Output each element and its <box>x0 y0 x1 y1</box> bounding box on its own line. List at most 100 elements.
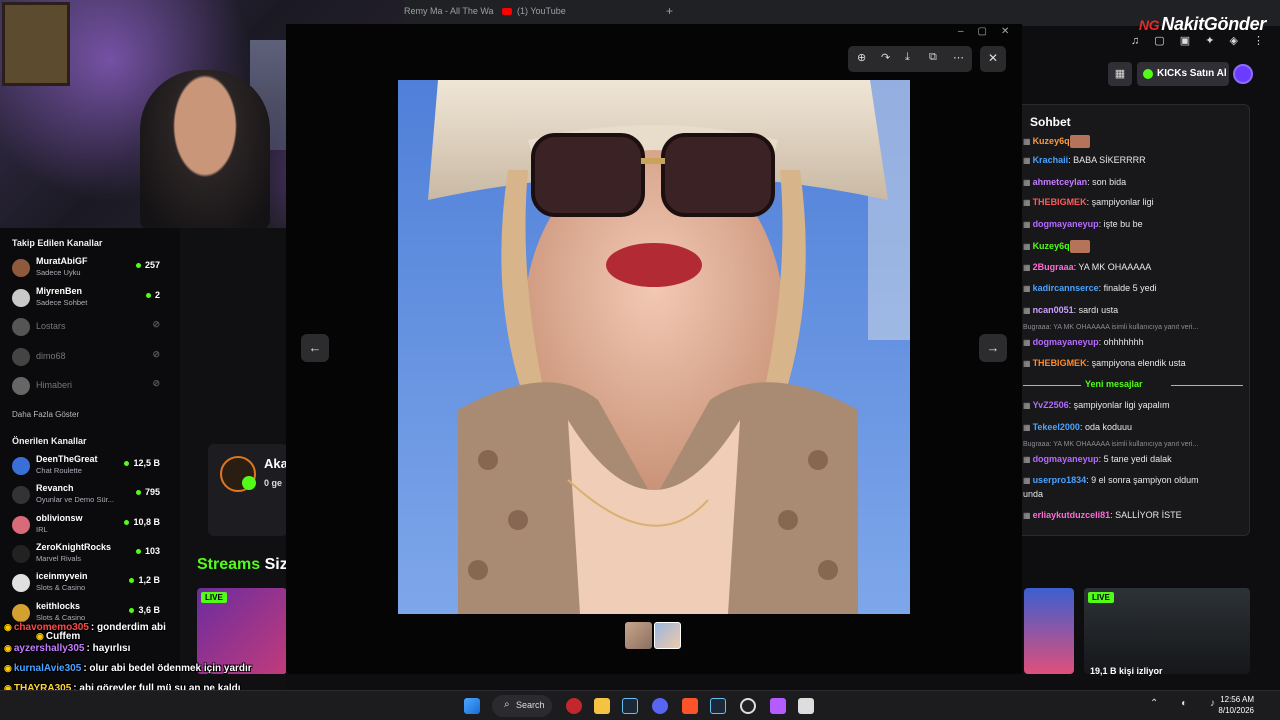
channel-name: Revanch <box>36 483 74 494</box>
chat-text: : son bida <box>1087 177 1127 187</box>
chat-username[interactable]: dogmayaneyup <box>1033 337 1099 347</box>
offline-icon: ⊘ <box>152 348 160 359</box>
offline-icon: ⊘ <box>152 319 160 329</box>
new-tab-button[interactable]: + <box>666 4 673 18</box>
channel-viewer-count: 257 <box>136 260 160 270</box>
chat-username[interactable]: Kuzey6q <box>1033 136 1070 146</box>
system-tray[interactable]: ⌃ ◐ ♪ <box>1150 698 1225 709</box>
channel-viewer-count: 3,6 B <box>129 605 160 615</box>
system-clock[interactable]: 12:56 AM 8/10/2026 <box>1218 694 1254 716</box>
file-explorer-icon[interactable] <box>594 698 610 714</box>
sidebar-channel[interactable]: Revanch Oyunlar ve Demo Sür... 795 <box>12 483 172 509</box>
browser-toolbar-icons[interactable]: ♫ ▢ ▣ ✦ ◈ ⋮ <box>1131 34 1270 47</box>
open-external-icon[interactable]: ⧉ <box>929 51 937 64</box>
thumbnail-2[interactable] <box>654 622 681 649</box>
sidebar-channel[interactable]: Lostars ⊘ <box>12 315 172 341</box>
stream-thumbnail[interactable]: LIVE <box>1084 588 1250 674</box>
sidebar-channel[interactable]: MuratAbiGF Sadece Uyku 257 <box>12 256 172 282</box>
sidebar-channel[interactable]: MiyrenBen Sadece Sohbet 2 <box>12 286 172 312</box>
grid-icon[interactable]: ▦ <box>1108 62 1132 86</box>
chat-username[interactable]: Kuzey6q <box>1033 241 1070 251</box>
sidebar-channel[interactable]: DeenTheGreat Chat Roulette 12,5 B <box>12 454 172 480</box>
overlay-chat-message: ◉ kurnalAvie305: olur abi bedel ödenmek i… <box>4 663 252 674</box>
chat-username[interactable]: dogmayaneyup <box>1033 219 1099 229</box>
overlay-username: kurnalAvie305 <box>13 663 82 674</box>
next-image-button[interactable]: → <box>979 334 1007 362</box>
share-icon[interactable]: ↷ <box>881 51 890 64</box>
app-icon-1[interactable] <box>566 698 582 714</box>
chat-username[interactable]: dogmayaneyup <box>1033 454 1099 464</box>
app-icon-2[interactable] <box>770 698 786 714</box>
sidebar-channel[interactable]: dimo68 ⊘ <box>12 345 172 371</box>
chat-message: ▦ userpro1834: 9 el sonra şampiyon oldum <box>1023 475 1199 485</box>
channel-avatar <box>12 377 30 395</box>
steam-icon[interactable] <box>622 698 638 714</box>
tab-remy-ma[interactable]: Remy Ma - All The Wa <box>404 6 494 16</box>
chat-message: ▦ Kuzey6q <box>1023 135 1090 148</box>
channel-viewer-count: 12,5 B <box>124 458 160 468</box>
zoom-in-icon[interactable]: ⊕ <box>857 51 866 64</box>
channel-avatar <box>12 515 30 534</box>
window-controls[interactable]: –▢✕ <box>958 26 1023 37</box>
obs-icon[interactable] <box>740 698 756 714</box>
show-more-link[interactable]: Daha Fazla Göster <box>12 410 79 419</box>
channel-name: iceinmyvein <box>36 571 88 582</box>
webcam-streamer <box>140 70 270 228</box>
channel-viewer-count: 1,2 B <box>129 575 160 585</box>
subscriber-badge-icon: ▦ <box>1023 284 1031 293</box>
channel-name: Lostars <box>36 321 66 331</box>
windows-start-icon[interactable] <box>464 698 480 714</box>
chat-message: ▦ dogmayaneyup: ohhhhhhh <box>1023 337 1144 347</box>
app-icon-3[interactable] <box>798 698 814 714</box>
thumbnail-1[interactable] <box>625 622 652 649</box>
overlay-text: : gonderdim abi <box>90 622 166 633</box>
viewer-photo <box>398 80 910 614</box>
channel-category: Slots & Casino <box>36 612 86 622</box>
chat-text: Bugraaa: YA MK OHAAAAA isimli kullanıcıy… <box>1023 441 1199 448</box>
chat-username[interactable]: erliaykutduzceli81 <box>1033 510 1111 520</box>
steam-icon[interactable] <box>710 698 726 714</box>
live-badge: LIVE <box>1088 592 1114 603</box>
taskbar-search[interactable]: ⌕ Search <box>492 695 552 717</box>
close-viewer-button[interactable]: ✕ <box>980 46 1006 72</box>
sidebar-channel[interactable]: oblivionsw IRL 10,8 B <box>12 513 172 539</box>
chat-text: unda <box>1023 489 1044 499</box>
brave-icon[interactable] <box>682 698 698 714</box>
channel-viewer-count: 2 <box>146 290 160 300</box>
chat-text: : şampiyonlar ligi <box>1086 197 1154 207</box>
badge-icon: ◉ <box>4 663 12 673</box>
stream-thumbnail[interactable]: LIVE <box>197 588 287 674</box>
subscriber-badge-icon: ▦ <box>1023 423 1031 432</box>
download-icon[interactable]: ⤓ <box>905 51 910 64</box>
sidebar-channel[interactable]: Himaberi ⊘ <box>12 374 172 400</box>
chat-message: ▦ erliaykutduzceli81: SALLİYOR İSTE <box>1023 510 1182 520</box>
chat-username[interactable]: ahmetceylan <box>1033 177 1088 187</box>
discord-icon[interactable] <box>652 698 668 714</box>
chat-username[interactable]: THEBIGMEK <box>1033 358 1087 368</box>
chat-username[interactable]: Krachaii <box>1033 155 1069 165</box>
tab-youtube[interactable]: (1) YouTube <box>502 6 566 16</box>
sidebar-channel[interactable]: ZeroKnightRocks Marvel Rivals 103 <box>12 542 172 568</box>
chat-text: : SALLİYOR İSTE <box>1110 510 1182 520</box>
chat-username[interactable]: Tekeel2000 <box>1033 422 1080 432</box>
brand-mark-icon: NG <box>1138 17 1160 33</box>
sidebar-channel[interactable]: iceinmyvein Slots & Casino 1,2 B <box>12 571 172 597</box>
promo-title: Aka <box>264 456 288 471</box>
buy-kicks-button[interactable]: KICKs Satın Al <box>1137 62 1229 86</box>
new-messages-label: Yeni mesajlar <box>1085 379 1143 389</box>
chat-username[interactable]: kadircannserce <box>1033 283 1099 293</box>
user-avatar[interactable] <box>1233 64 1253 84</box>
chat-username[interactable]: THEBIGMEK <box>1033 197 1087 207</box>
overlay-chat-message: ◉ chavomemo305: gonderdim abi <box>4 622 166 633</box>
chat-username[interactable]: ncan0051 <box>1033 305 1074 315</box>
promo-card[interactable]: Aka 0 ge <box>208 444 288 536</box>
chat-username[interactable]: YvZ2506 <box>1033 400 1069 410</box>
more-icon[interactable]: ⋯ <box>953 51 964 64</box>
kicks-icon <box>1143 69 1153 79</box>
chat-username[interactable]: 2Bugraaa <box>1033 262 1074 272</box>
stream-thumbnail[interactable] <box>1024 588 1074 674</box>
new-messages-divider <box>1023 385 1081 386</box>
previous-image-button[interactable]: ← <box>301 334 329 362</box>
chat-text: : 9 el sonra şampiyon oldum <box>1086 475 1199 485</box>
chat-username[interactable]: userpro1834 <box>1033 475 1087 485</box>
